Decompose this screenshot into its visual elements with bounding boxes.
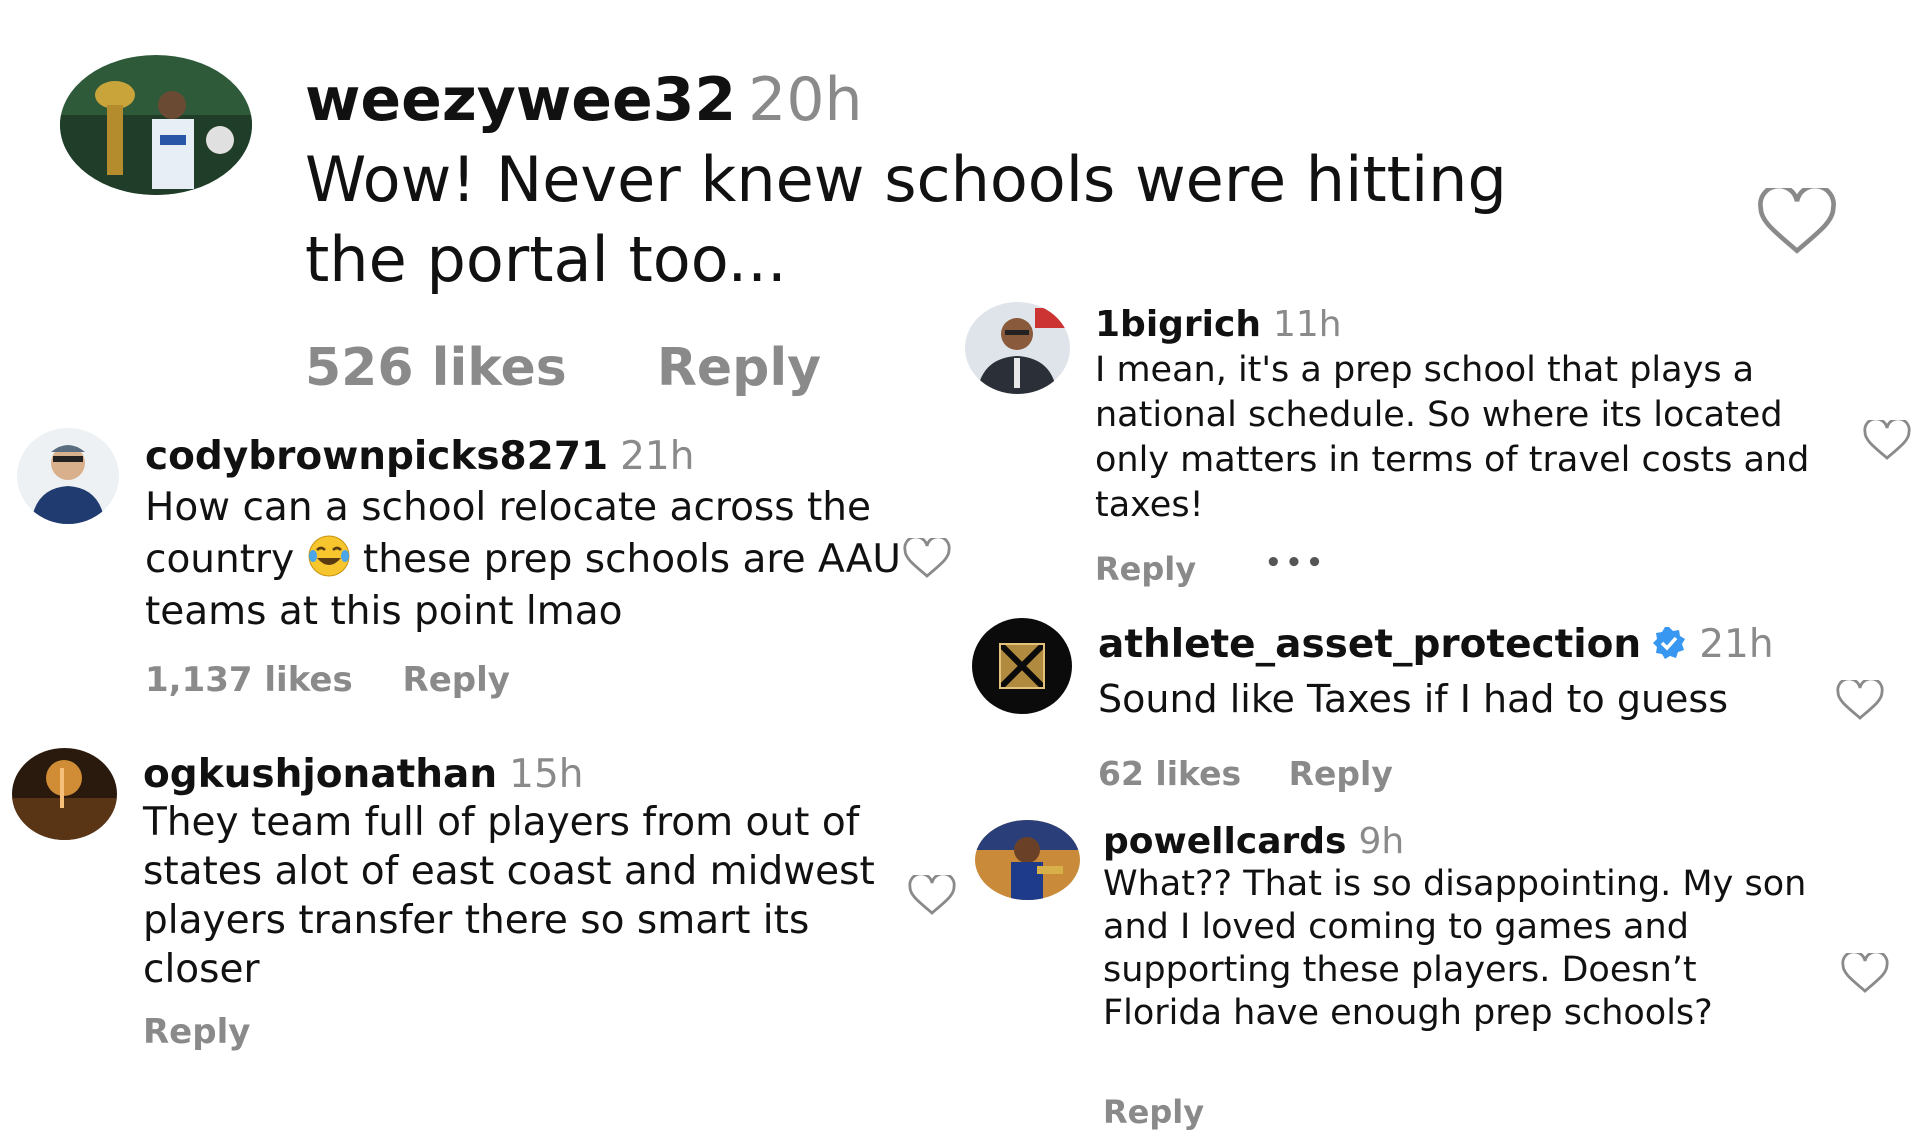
timestamp: 20h bbox=[748, 65, 863, 135]
reply-button[interactable]: Reply bbox=[403, 660, 510, 700]
comment-text: What?? That is so disappointing. My son … bbox=[1103, 864, 1807, 1033]
comment-text: Sound like Taxes if I had to guess bbox=[1098, 677, 1729, 721]
reply-button[interactable]: Reply bbox=[657, 338, 821, 398]
like-heart-icon[interactable] bbox=[1835, 680, 1885, 720]
avatar[interactable] bbox=[17, 428, 119, 524]
avatar-photo-icon bbox=[60, 55, 252, 195]
face-with-tears-of-joy-icon bbox=[307, 534, 351, 578]
avatar-photo-icon bbox=[975, 820, 1080, 900]
comment-meta: Reply bbox=[1103, 1093, 1204, 1131]
avatar-photo-icon bbox=[12, 748, 117, 840]
comment-meta: 1,137 likes Reply bbox=[145, 660, 510, 700]
like-heart-icon[interactable] bbox=[1862, 420, 1912, 460]
timestamp: 21h bbox=[1699, 622, 1774, 667]
avatar[interactable] bbox=[975, 820, 1080, 900]
timestamp: 15h bbox=[509, 752, 584, 797]
like-heart-icon[interactable] bbox=[1748, 188, 1846, 254]
comment-text: They team full of players from out of st… bbox=[143, 800, 875, 992]
comment-text: I mean, it's a prep school that plays a … bbox=[1095, 350, 1810, 525]
like-heart-icon[interactable] bbox=[1840, 953, 1890, 993]
username[interactable]: ogkushjonathan bbox=[143, 752, 497, 797]
avatar[interactable] bbox=[972, 618, 1072, 714]
username[interactable]: athlete_asset_protection bbox=[1098, 622, 1641, 667]
reply-button[interactable]: Reply bbox=[1103, 1093, 1204, 1131]
verified-badge-icon bbox=[1651, 624, 1687, 660]
comment-meta: 526 likes Reply bbox=[305, 338, 821, 398]
comment-meta: 62 likes Reply bbox=[1098, 754, 1393, 793]
avatar-photo-icon bbox=[17, 428, 119, 524]
comment-athlete-asset-protection: athlete_asset_protection 21h Sound like … bbox=[960, 610, 1920, 810]
likes-count[interactable]: 62 likes bbox=[1098, 754, 1241, 793]
username[interactable]: powellcards bbox=[1103, 821, 1346, 862]
likes-count[interactable]: 1,137 likes bbox=[145, 660, 353, 700]
comment-meta: Reply bbox=[1095, 550, 1196, 588]
avatar[interactable] bbox=[12, 748, 117, 840]
timestamp: 11h bbox=[1273, 304, 1342, 345]
more-options-icon[interactable]: ••• bbox=[1265, 548, 1327, 578]
timestamp: 9h bbox=[1358, 821, 1405, 862]
comment-text: Wow! Never knew schools were hitting the… bbox=[305, 143, 1507, 296]
avatar-photo-icon bbox=[965, 302, 1070, 394]
comment-powellcards: powellcards 9h What?? That is so disappoi… bbox=[960, 815, 1920, 1135]
avatar-logo-icon bbox=[972, 618, 1072, 714]
avatar[interactable] bbox=[965, 302, 1070, 394]
reply-button[interactable]: Reply bbox=[143, 1012, 250, 1052]
like-heart-icon[interactable] bbox=[902, 538, 952, 578]
comment-codybrownpicks8271: codybrownpicks8271 21h How can a school r… bbox=[0, 420, 960, 730]
username[interactable]: weezywee32 bbox=[305, 65, 736, 135]
avatar[interactable] bbox=[60, 55, 252, 195]
reply-button[interactable]: Reply bbox=[1289, 754, 1393, 793]
likes-count[interactable]: 526 likes bbox=[305, 338, 567, 398]
comment-ogkushjonathan: ogkushjonathan 15h They team full of play… bbox=[0, 740, 960, 1070]
comment-1bigrich: 1bigrich 11h I mean, it's a prep school t… bbox=[960, 290, 1920, 600]
username[interactable]: codybrownpicks8271 bbox=[145, 434, 608, 479]
like-heart-icon[interactable] bbox=[907, 875, 957, 915]
comment-meta: Reply bbox=[143, 1012, 250, 1052]
reply-button[interactable]: Reply bbox=[1095, 550, 1196, 588]
timestamp: 21h bbox=[620, 434, 695, 479]
username[interactable]: 1bigrich bbox=[1095, 304, 1261, 345]
comment-text: How can a school relocate across the cou… bbox=[145, 482, 905, 638]
